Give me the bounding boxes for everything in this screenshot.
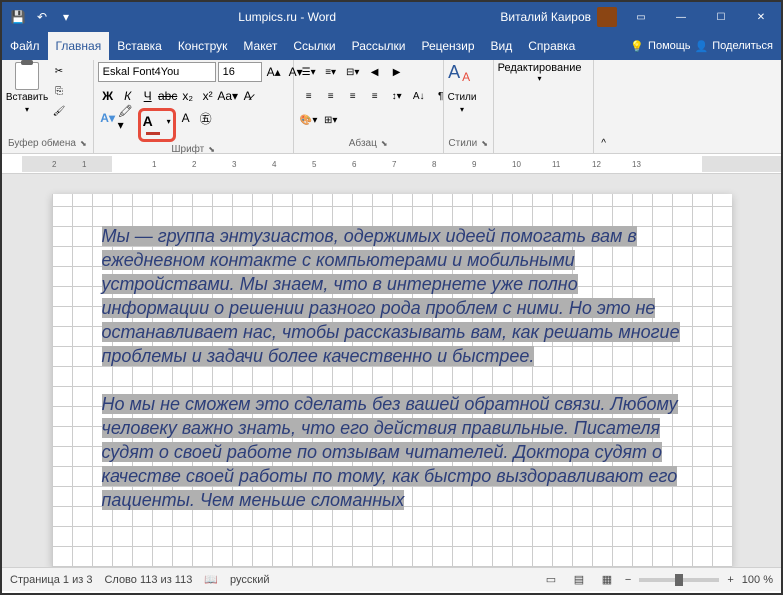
status-bar: Страница 1 из 3 Слово 113 из 113 📖 русск… <box>2 567 781 591</box>
zoom-in-icon[interactable]: + <box>727 574 733 586</box>
clipboard-label: Буфер обмена <box>8 138 76 149</box>
web-layout-icon[interactable]: ▦ <box>597 572 617 588</box>
group-styles: AА Стили ▾ Стили ⬊ <box>444 60 494 153</box>
tab-file[interactable]: Файл <box>2 32 48 60</box>
collapse-ribbon-icon[interactable]: ^ <box>594 60 614 153</box>
close-icon[interactable]: ✕ <box>741 3 781 31</box>
read-mode-icon[interactable]: ▭ <box>541 572 561 588</box>
styles-launcher-icon[interactable]: ⬊ <box>481 139 488 148</box>
tab-home[interactable]: Главная <box>48 32 110 60</box>
paste-button[interactable]: Вставить ▾ <box>6 62 48 114</box>
decrease-indent-icon[interactable]: ◀ <box>364 62 386 82</box>
clear-format-icon[interactable]: A̷ <box>238 86 258 106</box>
page[interactable]: Мы — группа энтузиастов, одержимых идеей… <box>52 194 732 567</box>
line-spacing-icon[interactable]: ↕▾ <box>386 86 408 106</box>
maximize-icon[interactable]: ☐ <box>701 3 741 31</box>
underline-button[interactable]: Ч <box>138 86 158 106</box>
ribbon-tabs: Файл Главная Вставка Конструк Макет Ссыл… <box>2 32 781 60</box>
font-name-select[interactable] <box>98 62 216 82</box>
group-clipboard: Вставить ▾ ✂ ⎘ 🖌 Буфер обмена ⬊ <box>2 60 94 153</box>
user-name: Виталий Каиров <box>500 10 591 24</box>
bold-button[interactable]: Ж <box>98 86 118 106</box>
tell-me[interactable]: 💡 Помощь <box>630 40 690 53</box>
align-right-icon[interactable]: ≡ <box>342 86 364 106</box>
paragraph-launcher-icon[interactable]: ⬊ <box>381 139 388 148</box>
status-words[interactable]: Слово 113 из 113 <box>104 574 192 586</box>
font-launcher-icon[interactable]: ⬊ <box>208 145 215 154</box>
ribbon: Вставить ▾ ✂ ⎘ 🖌 Буфер обмена ⬊ A▴ A▾ Ж К… <box>2 60 781 154</box>
multilevel-icon[interactable]: ⊟▾ <box>342 62 364 82</box>
font-color-button[interactable]: A ▾ <box>143 113 171 137</box>
text-effects-icon[interactable]: A▾ <box>98 108 118 128</box>
italic-button[interactable]: К <box>118 86 138 106</box>
borders-icon[interactable]: ⊞▾ <box>320 110 342 130</box>
group-paragraph: ☰▾ ≡▾ ⊟▾ ◀ ▶ ≡ ≡ ≡ ≡ ↕▾ A↓ ¶ 🎨▾ ⊞▾ Абзац… <box>294 60 444 153</box>
change-case-icon[interactable]: Aa▾ <box>218 86 238 106</box>
align-left-icon[interactable]: ≡ <box>298 86 320 106</box>
undo-icon[interactable]: ↶ <box>34 9 50 25</box>
title-bar: 💾 ↶ ▾ Lumpics.ru - Word Виталий Каиров ▭… <box>2 2 781 32</box>
styles-button[interactable]: AА Стили ▾ <box>448 62 477 114</box>
highlight-icon[interactable]: 🖍▾ <box>118 108 138 128</box>
clipboard-launcher-icon[interactable]: ⬊ <box>80 139 87 148</box>
tab-references[interactable]: Ссылки <box>285 32 343 60</box>
font-color-highlight: A ▾ <box>138 108 176 142</box>
grow-font-icon[interactable]: A▴ <box>264 62 284 82</box>
format-painter-icon[interactable]: 🖌 <box>50 102 68 120</box>
zoom-level[interactable]: 100 % <box>742 574 773 586</box>
save-icon[interactable]: 💾 <box>10 9 26 25</box>
status-language[interactable]: русский <box>230 574 269 586</box>
tab-help[interactable]: Справка <box>520 32 583 60</box>
paragraph-label: Абзац <box>349 138 377 149</box>
subscript-button[interactable]: x₂ <box>178 86 198 106</box>
shading-icon[interactable]: 🎨▾ <box>298 110 320 130</box>
ruler[interactable]: 2 1 1 2 3 4 5 6 7 8 9 10 11 12 13 <box>2 154 781 174</box>
tab-layout[interactable]: Макет <box>235 32 285 60</box>
avatar[interactable] <box>597 7 617 27</box>
font-size-select[interactable] <box>218 62 262 82</box>
sort-icon[interactable]: A↓ <box>408 86 430 106</box>
app-title: Lumpics.ru - Word <box>74 10 500 24</box>
clipboard-icon <box>15 62 39 90</box>
zoom-out-icon[interactable]: − <box>625 574 631 586</box>
group-font: A▴ A▾ Ж К Ч abc x₂ x² Aa▾ A̷ A▾ 🖍▾ A <box>94 60 294 153</box>
editing-button[interactable]: Редактирование ▾ <box>498 62 582 83</box>
tab-insert[interactable]: Вставка <box>109 32 170 60</box>
cut-icon[interactable]: ✂ <box>50 62 68 80</box>
tab-view[interactable]: Вид <box>483 32 521 60</box>
justify-icon[interactable]: ≡ <box>364 86 386 106</box>
tab-design[interactable]: Конструк <box>170 32 236 60</box>
zoom-slider[interactable] <box>639 578 719 582</box>
group-editing: Редактирование ▾ <box>494 60 594 153</box>
minimize-icon[interactable]: — <box>661 3 701 31</box>
share-button[interactable]: 👤 Поделиться <box>695 40 773 53</box>
numbering-icon[interactable]: ≡▾ <box>320 62 342 82</box>
superscript-button[interactable]: x² <box>198 86 218 106</box>
selected-text-1[interactable]: Мы — группа энтузиастов, одержимых идеей… <box>102 226 680 366</box>
copy-icon[interactable]: ⎘ <box>50 82 68 100</box>
bullets-icon[interactable]: ☰▾ <box>298 62 320 82</box>
print-layout-icon[interactable]: ▤ <box>569 572 589 588</box>
strikethrough-button[interactable]: abc <box>158 86 178 106</box>
status-page[interactable]: Страница 1 из 3 <box>10 574 92 586</box>
tab-review[interactable]: Рецензир <box>413 32 482 60</box>
ribbon-display-icon[interactable]: ▭ <box>621 3 661 31</box>
tab-mailings[interactable]: Рассылки <box>344 32 414 60</box>
document-area[interactable]: Мы — группа энтузиастов, одержимых идеей… <box>2 174 781 567</box>
increase-indent-icon[interactable]: ▶ <box>386 62 408 82</box>
proofing-icon[interactable]: 📖 <box>204 573 218 586</box>
align-center-icon[interactable]: ≡ <box>320 86 342 106</box>
selected-text-2[interactable]: Но мы не сможем это сделать без вашей об… <box>102 394 678 510</box>
styles-label: Стили <box>448 138 477 149</box>
enclose-icon[interactable]: ㊄ <box>196 108 216 128</box>
character-border-icon[interactable]: A <box>176 108 196 128</box>
qat-dropdown-icon[interactable]: ▾ <box>58 9 74 25</box>
